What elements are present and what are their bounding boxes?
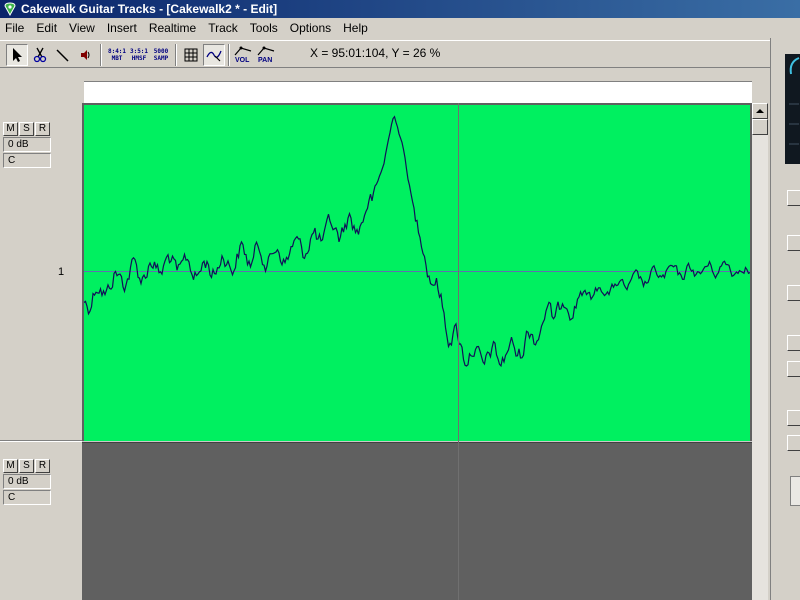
arrow-up-icon [756, 109, 764, 113]
track-2-record-button[interactable]: R [35, 459, 50, 473]
mbt-top-label: 8:4:1 [107, 48, 127, 55]
menu-insert[interactable]: Insert [101, 18, 143, 38]
menu-file[interactable]: File [0, 18, 30, 38]
mbt-bottom-label: MBT [111, 55, 123, 62]
empty-track-lane[interactable] [84, 444, 750, 600]
pan-envelope-icon [257, 46, 275, 56]
side-panel-button-2[interactable] [787, 235, 800, 251]
side-panel-button-7[interactable] [787, 435, 800, 451]
vol-label: VOL [235, 57, 250, 64]
track-1-volume-field[interactable]: 0 dB [3, 137, 51, 152]
scrub-tool-button[interactable] [74, 44, 96, 66]
envelope-mode-button[interactable] [203, 44, 225, 66]
menu-options[interactable]: Options [284, 18, 337, 38]
hmsf-top-label: 3:5:1 [129, 48, 149, 55]
menu-edit[interactable]: Edit [30, 18, 63, 38]
hmsf-bottom-label: HMSF [131, 55, 147, 62]
side-panel-button-5[interactable] [787, 361, 800, 377]
toolbar-separator [175, 44, 177, 66]
app-window: Cakewalk Guitar Tracks - [Cakewalk2 * - … [0, 0, 800, 600]
grid-icon [184, 48, 198, 62]
line-icon [56, 49, 69, 62]
time-format-hmsf-button[interactable]: 3:5:1 HMSF [128, 44, 150, 66]
track-1-mute-button[interactable]: M [3, 122, 18, 136]
volume-envelope-curve[interactable] [84, 105, 750, 441]
track-2-header: M S R 0 dB C [3, 459, 53, 506]
volume-envelope-button[interactable]: VOL [232, 44, 254, 66]
title-bar[interactable]: Cakewalk Guitar Tracks - [Cakewalk2 * - … [0, 0, 800, 18]
time-format-samples-button[interactable]: 5000 SAMP [150, 44, 172, 66]
track-2-solo-button[interactable]: S [19, 459, 34, 473]
volume-envelope-icon [234, 46, 252, 56]
speaker-icon [81, 50, 90, 60]
toolbar-separator [100, 44, 102, 66]
side-panel [770, 38, 800, 600]
envelope-level-label: 1 [58, 266, 65, 278]
track-1-record-button[interactable]: R [35, 122, 50, 136]
pan-label: PAN [258, 57, 273, 64]
track-1-solo-button[interactable]: S [19, 122, 34, 136]
track-clips-pane[interactable] [82, 103, 752, 600]
time-ruler[interactable] [84, 81, 752, 103]
arrow-pointer-icon [13, 48, 22, 62]
track-2-volume-field[interactable]: 0 dB [3, 474, 51, 489]
select-tool-button[interactable] [6, 44, 28, 66]
scroll-thumb[interactable] [752, 119, 768, 135]
track-1-pan-field[interactable]: C [3, 153, 51, 168]
now-time-cursor[interactable] [458, 103, 459, 600]
side-panel-button-3[interactable] [787, 285, 800, 301]
side-panel-button-4[interactable] [787, 335, 800, 351]
track-1-header: M S R 0 dB C [3, 122, 53, 169]
time-format-mbt-button[interactable]: 8:4:1 MBT [106, 44, 128, 66]
window-title: Cakewalk Guitar Tracks - [Cakewalk2 * - … [21, 2, 278, 16]
track-2-mute-button[interactable]: M [3, 459, 18, 473]
menu-view[interactable]: View [63, 18, 101, 38]
toolbar-separator [228, 44, 230, 66]
menu-track[interactable]: Track [202, 18, 244, 38]
samp-bottom-label: SAMP [153, 55, 169, 62]
scroll-up-button[interactable] [752, 103, 768, 119]
menu-realtime[interactable]: Realtime [143, 18, 202, 38]
menu-tools[interactable]: Tools [244, 18, 284, 38]
level-meter [785, 54, 800, 164]
envelope-curve-icon [206, 50, 222, 62]
side-panel-large-button[interactable] [790, 476, 800, 506]
samp-top-label: 5000 [153, 48, 169, 55]
guitar-pick-icon [3, 2, 17, 17]
menu-bar: File Edit View Insert Realtime Track Too… [0, 18, 770, 38]
snap-grid-button[interactable] [180, 44, 202, 66]
scissors-tool-button[interactable] [29, 44, 51, 66]
scissors-icon [33, 47, 47, 63]
track-2-pan-field[interactable]: C [3, 490, 51, 505]
vertical-scrollbar[interactable] [752, 103, 768, 600]
cursor-position-readout: X = 95:01:104, Y = 26 % [310, 46, 441, 60]
menu-help[interactable]: Help [337, 18, 374, 38]
track-separator [82, 441, 752, 443]
side-panel-button-6[interactable] [787, 410, 800, 426]
draw-line-tool-button[interactable] [51, 44, 73, 66]
pan-envelope-button[interactable]: PAN [255, 44, 277, 66]
track-divider[interactable] [0, 440, 82, 442]
side-panel-button-1[interactable] [787, 190, 800, 206]
